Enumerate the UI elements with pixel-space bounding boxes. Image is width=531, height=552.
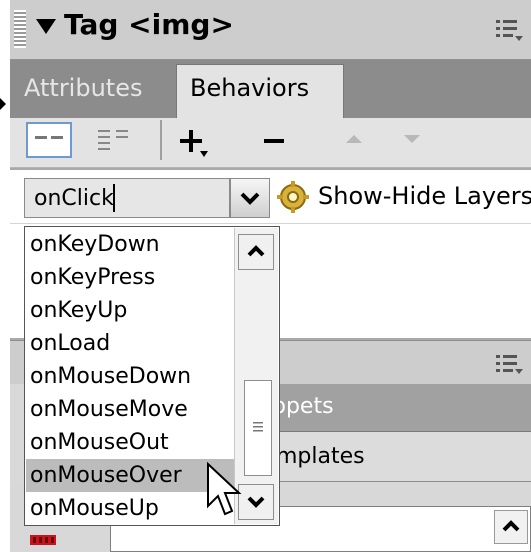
event-option[interactable]: onKeyUp [26,294,234,327]
move-down-button[interactable] [392,122,432,162]
scroll-up-button[interactable] [238,234,274,270]
tab-attributes[interactable]: Attributes [24,74,142,110]
text-caret [113,184,115,212]
chevron-down-icon [240,192,260,205]
show-all-events-button[interactable] [92,122,138,158]
panel-title: Tag <img> [64,8,234,41]
event-select-arrow-button[interactable] [230,178,270,218]
event-option[interactable]: onMouseOut [26,426,234,459]
scroll-thumb[interactable] [244,380,272,476]
list-all-icon [98,130,128,150]
show-set-events-button[interactable] [26,122,72,158]
mouse-pointer-icon [206,461,244,524]
minus-icon [264,139,284,143]
gear-icon [276,180,310,214]
event-option[interactable]: onMouseMove [26,393,234,426]
panel-expander-arrow-icon[interactable] [0,98,6,110]
up-arrow-icon [346,135,362,143]
tab-snippets-label: ppets [272,394,334,419]
toolbar-divider [160,120,162,160]
move-up-button[interactable] [334,122,374,162]
collapse-triangle-icon[interactable] [34,14,58,38]
action-label[interactable]: Show-Hide Layers [318,182,531,210]
list-view-icon [35,136,63,139]
chevron-up-icon [247,245,265,257]
event-option[interactable]: onMouseUp [26,492,234,525]
event-options: onKeyDown onKeyPress onKeyUp onLoad onMo… [26,228,234,524]
panel-grip-handle[interactable] [14,10,26,48]
plus-icon [180,130,208,157]
color-swatch-icon [30,532,56,546]
assets-scroll-up-button[interactable] [494,510,528,544]
panel-options-menu-icon[interactable] [494,14,524,44]
add-behavior-button[interactable] [176,122,226,162]
event-option[interactable]: onMouseDown [26,360,234,393]
chevron-up-icon [502,520,520,532]
grip-lines-icon [253,422,263,432]
event-option[interactable]: onLoad [26,327,234,360]
chevron-down-icon [247,496,265,508]
panel-options-menu-icon[interactable] [494,352,524,376]
event-option[interactable]: onKeyPress [26,261,234,294]
event-option[interactable]: onKeyDown [26,228,234,261]
tab-behaviors-label: Behaviors [190,74,310,102]
remove-behavior-button[interactable] [254,122,294,162]
tab-templates-label: mplates [276,444,365,469]
down-arrow-icon [404,135,420,143]
event-option-highlighted[interactable]: onMouseOver [26,459,234,492]
event-select-value: onClick [34,186,114,211]
left-margin [0,0,10,552]
